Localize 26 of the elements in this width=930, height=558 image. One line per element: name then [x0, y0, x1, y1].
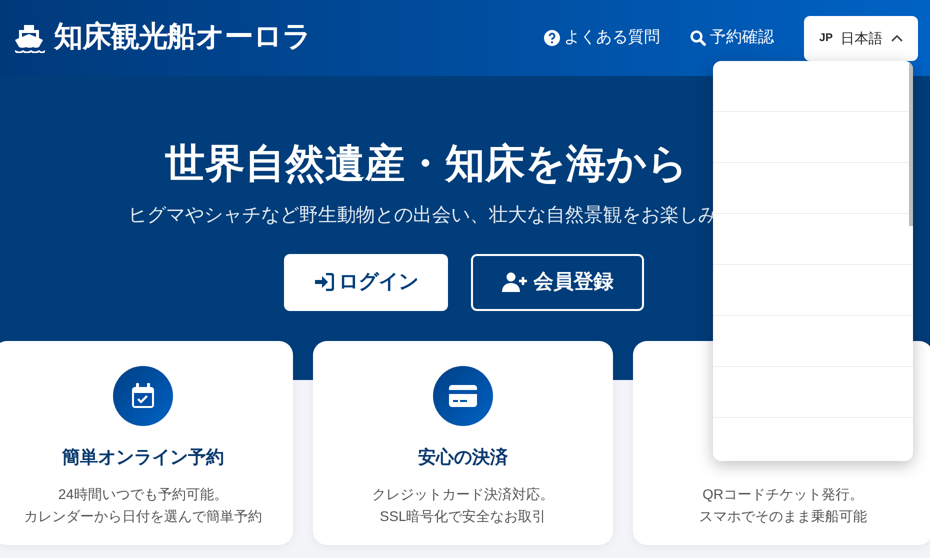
calendar-icon: [131, 383, 155, 409]
feature-text: カレンダーから日付を選んで簡単予約: [24, 507, 262, 526]
feature-text: QRコードチケット発行。: [702, 485, 864, 504]
credit-card-icon: [449, 385, 477, 407]
register-button[interactable]: 会員登録: [471, 254, 644, 310]
feature-text: クレジットカード決済対応。: [372, 485, 554, 504]
search-icon: [690, 30, 706, 46]
faq-link[interactable]: よくある質問: [544, 26, 660, 50]
language-button[interactable]: JP 日本語: [804, 16, 918, 60]
language-code: JP: [819, 30, 833, 46]
feature-title: 安心の決済: [418, 446, 508, 469]
login-icon: [314, 273, 334, 291]
feature-text: SSL暗号化で安全なお取引: [380, 507, 546, 526]
ship-icon: [12, 23, 46, 53]
login-button[interactable]: ログイン: [284, 254, 448, 310]
feature-text: 24時間いつでも予約可能。: [58, 485, 228, 504]
add-user-icon: [502, 272, 528, 292]
booking-check-link[interactable]: 予約確認: [690, 26, 774, 50]
language-label: 日本語: [840, 28, 883, 48]
feature-title: 簡単オンライン予約: [62, 446, 224, 469]
chevron-up-icon: [890, 34, 903, 42]
hero-title: 世界自然遺産・知床を海から: [164, 141, 689, 188]
language-dropdown[interactable]: [713, 61, 913, 461]
help-icon: [544, 30, 560, 46]
feature-text: スマホでそのまま乗船可能: [699, 507, 867, 526]
brand-name[interactable]: 知床観光船オーロラ: [54, 16, 312, 60]
